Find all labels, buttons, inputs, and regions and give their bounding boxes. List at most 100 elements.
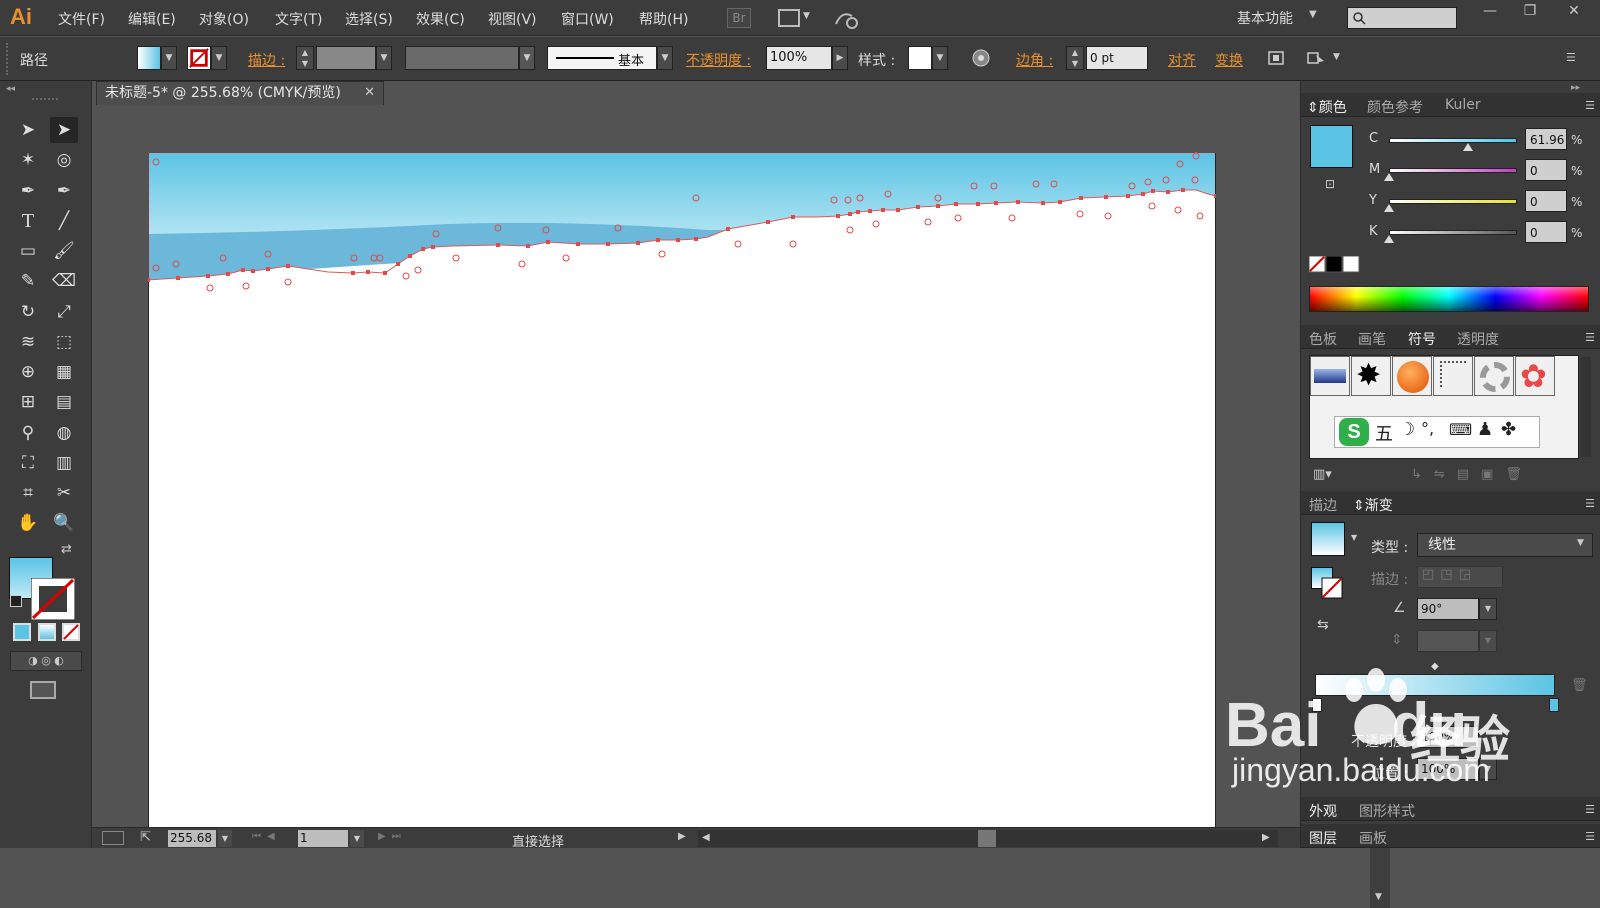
tab-layers[interactable]: 图层 <box>1309 828 1337 848</box>
zoom-field[interactable]: 255.68 <box>168 830 216 847</box>
scroll-down-icon[interactable]: ▼ <box>1375 892 1382 902</box>
gradient-stroke-mini[interactable] <box>1321 577 1343 599</box>
anchor-point[interactable] <box>836 214 840 218</box>
anchor-point[interactable] <box>206 274 210 278</box>
first-prev-page-icon[interactable]: ⏮◀ <box>252 831 281 842</box>
symbol-libraries-icon[interactable]: ▥▾ <box>1313 467 1332 482</box>
channel-k-thumb[interactable] <box>1384 235 1394 243</box>
anchor-point[interactable] <box>856 210 860 214</box>
anchor-point[interactable] <box>606 242 610 246</box>
anchor-point[interactable] <box>1058 200 1062 204</box>
width-tool-icon[interactable]: ≋ <box>14 329 42 355</box>
chevron-down-icon[interactable]: ▼ <box>350 830 364 847</box>
anchor-point[interactable] <box>954 202 958 206</box>
chevron-down-icon[interactable]: ▼ <box>1577 538 1584 548</box>
fill-swatch[interactable] <box>137 46 161 70</box>
channel-y-slider[interactable] <box>1389 199 1517 204</box>
gradient-mode-icon[interactable] <box>38 623 56 641</box>
menu-window[interactable]: 窗口(W) <box>561 9 614 29</box>
curvature-tool-icon[interactable]: ✒ <box>50 178 78 204</box>
anchor-point[interactable] <box>636 241 640 245</box>
channel-k-field[interactable]: 0 <box>1525 221 1567 243</box>
page-field[interactable]: 1 <box>298 830 348 847</box>
channel-y-thumb[interactable] <box>1384 204 1394 212</box>
aspect-ratio-field[interactable] <box>1417 630 1479 652</box>
anchor-point[interactable] <box>1016 200 1020 204</box>
symbols-scrollbar[interactable] <box>1581 357 1591 457</box>
graphic-style-swatch[interactable] <box>908 46 932 70</box>
symbol-dotted-corner[interactable] <box>1433 356 1473 396</box>
stroke-weight-stepper[interactable]: ▲ ▼ <box>296 46 314 70</box>
anchor-point[interactable] <box>1104 195 1108 199</box>
corner-radius-field[interactable]: 0 pt <box>1086 46 1148 70</box>
tab-appearance[interactable]: 外观 <box>1309 801 1337 821</box>
swap-colors-icon[interactable]: ⇄ <box>61 542 72 557</box>
symbol-blue-bar[interactable] <box>1310 356 1350 396</box>
scroll-left-icon[interactable]: ◀ <box>702 832 710 843</box>
anchor-point[interactable] <box>496 243 500 247</box>
chevron-down-icon[interactable]: ▼ <box>803 11 810 21</box>
channel-k-slider[interactable] <box>1389 230 1517 235</box>
gradient-stop-blue[interactable] <box>1549 698 1559 712</box>
tab-symbols[interactable]: 符号 <box>1408 329 1436 349</box>
chevron-down-icon[interactable]: ▼ <box>1479 598 1497 620</box>
align-button[interactable]: 对齐 <box>1168 50 1196 70</box>
chevron-right-icon[interactable]: ▶ <box>832 46 848 70</box>
symbol-sprayer-icon[interactable]: ⛶ <box>14 450 42 476</box>
grip-handle[interactable] <box>32 98 58 100</box>
anchor-point[interactable] <box>994 201 998 205</box>
stroke-weight-field[interactable] <box>316 46 376 70</box>
chevron-down-icon[interactable]: ▼ <box>1309 9 1317 20</box>
gradient-tool-icon[interactable]: ▤ <box>50 389 78 415</box>
column-graph-icon[interactable]: ▥ <box>50 450 78 476</box>
tab-brushes[interactable]: 画笔 <box>1358 329 1386 349</box>
selection-tool-icon[interactable]: ➤ <box>14 117 42 143</box>
current-tool-status[interactable]: 直接选择 <box>512 831 564 850</box>
pencil-tool-icon[interactable]: ✎ <box>14 268 42 294</box>
chevron-right-icon[interactable]: ▶ <box>678 831 686 842</box>
gradient-preview-swatch[interactable] <box>1311 522 1345 556</box>
anchor-point[interactable] <box>1041 201 1045 205</box>
reverse-gradient-icon[interactable]: ⇆ <box>1317 617 1329 633</box>
menu-help[interactable]: 帮助(H) <box>639 9 688 29</box>
type-tool-icon[interactable]: T <box>14 208 42 234</box>
anchor-point[interactable] <box>241 268 245 272</box>
channel-y-field[interactable]: 0 <box>1525 190 1567 212</box>
anchor-point[interactable] <box>694 237 698 241</box>
menu-edit[interactable]: 编辑(E) <box>128 9 176 29</box>
panel-menu-icon[interactable]: ☰ <box>1566 51 1576 64</box>
sync-settings-icon[interactable] <box>832 8 860 30</box>
out-of-gamut-icon[interactable]: ⊡ <box>1325 177 1335 191</box>
anchor-point[interactable] <box>848 212 852 216</box>
anchor-point[interactable] <box>546 240 550 244</box>
chevron-down-icon[interactable]: ▼ <box>657 46 673 70</box>
select-similar-icon[interactable] <box>1306 49 1326 67</box>
collapse-arrows-icon[interactable]: ◂◂ <box>6 84 15 94</box>
gradient-midpoint-diamond[interactable]: ◆ <box>1431 661 1439 672</box>
tab-artboards[interactable]: 画板 <box>1359 828 1387 848</box>
channel-m-thumb[interactable] <box>1384 173 1394 181</box>
none-black-white-swatches[interactable] <box>1309 256 1361 274</box>
scrollbar-thumb[interactable] <box>978 830 996 847</box>
tab-color[interactable]: ⇕颜色 <box>1307 97 1347 117</box>
anchor-point[interactable] <box>396 262 400 266</box>
tab-transparency[interactable]: 透明度 <box>1457 329 1499 349</box>
close-icon[interactable]: ✕ <box>1554 0 1594 22</box>
anchor-point[interactable] <box>896 208 900 212</box>
default-colors-icon[interactable] <box>10 595 22 607</box>
anchor-point[interactable] <box>351 271 355 275</box>
magic-wand-icon[interactable]: ✶ <box>14 147 42 173</box>
delete-stop-icon[interactable]: 🗑 <box>1571 678 1588 693</box>
chevron-down-icon[interactable]: ▼ <box>1333 52 1340 62</box>
anchor-point[interactable] <box>1181 188 1185 192</box>
chevron-down-icon[interactable]: ▼ <box>932 46 948 70</box>
eyedropper-tool-icon[interactable]: ⚲ <box>14 420 42 446</box>
anchor-point[interactable] <box>383 271 387 275</box>
screen-mode-icon[interactable] <box>30 681 56 699</box>
stroke-label[interactable]: 描边 : <box>248 50 285 70</box>
paintbrush-tool-icon[interactable]: 🖌 <box>50 238 78 264</box>
chevron-down-icon[interactable]: ▼ <box>1479 630 1497 652</box>
anchor-point[interactable] <box>226 272 230 276</box>
anchor-point[interactable] <box>936 204 940 208</box>
tab-stroke[interactable]: 描边 <box>1309 495 1337 515</box>
